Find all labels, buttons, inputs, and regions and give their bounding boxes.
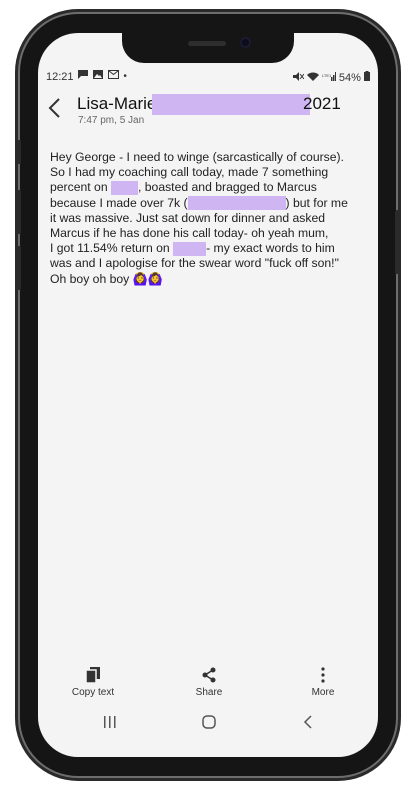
battery-text: 54% xyxy=(338,72,361,84)
battery-icon xyxy=(364,71,370,81)
back-nav-icon xyxy=(303,715,312,729)
home-button[interactable] xyxy=(202,715,216,734)
notch xyxy=(122,33,294,63)
share-button[interactable]: Share xyxy=(169,666,249,698)
message-header: Lisa-Marie 2021 7:47 pm, 5 Jan xyxy=(38,93,378,143)
message-line: So I had my coaching call today, made 7 … xyxy=(50,165,329,180)
volume-button xyxy=(17,246,21,290)
speaker xyxy=(188,41,226,46)
message-line: Marcus if he has done his call today- oh… xyxy=(50,226,329,241)
back-nav-button[interactable] xyxy=(303,715,313,734)
image-icon xyxy=(92,70,103,79)
camera xyxy=(240,37,251,48)
share-label: Share xyxy=(195,687,223,698)
dot-icon: • xyxy=(123,71,129,82)
copy-text-label: Copy text xyxy=(71,687,115,698)
copy-icon xyxy=(86,667,100,683)
bottom-toolbar: Copy text Share More xyxy=(38,666,378,706)
volume-button xyxy=(17,190,21,234)
redaction-block xyxy=(173,242,207,256)
contact-title: Lisa-Marie xyxy=(77,94,311,116)
message-line: it was massive. Just sat down for dinner… xyxy=(50,210,326,225)
message-body[interactable]: Hey George - I need to winge (sarcastica… xyxy=(50,150,368,287)
redaction-block xyxy=(152,94,311,116)
screen: 12:21 • LTE1 54% Lisa-Marie 2021 7:47 pm… xyxy=(38,33,378,757)
message-timestamp: 7:47 pm, 5 Jan xyxy=(78,115,145,126)
message-line: I got 11.54% return on - my exact words … xyxy=(50,241,335,256)
recents-icon xyxy=(104,716,116,728)
volume-button xyxy=(17,140,21,164)
back-arrow-icon xyxy=(48,98,60,118)
contact-name: Lisa-Marie xyxy=(77,94,157,113)
message-line: because I made over 7k () but for me xyxy=(50,195,348,211)
recents-button[interactable] xyxy=(103,715,117,734)
svg-text:LTE1: LTE1 xyxy=(322,73,332,78)
more-label: More xyxy=(311,687,335,698)
notification-icons: • xyxy=(78,70,129,82)
chat-icon xyxy=(78,70,88,79)
redaction-block xyxy=(110,181,138,196)
signal-icon: LTE1 xyxy=(322,72,336,81)
message-line: percent on , boasted and bragged to Marc… xyxy=(50,180,317,196)
message-line: Hey George - I need to winge (sarcastica… xyxy=(50,150,344,164)
home-icon xyxy=(202,715,216,729)
more-vertical-icon xyxy=(321,667,325,683)
gmail-icon xyxy=(107,70,119,79)
redaction-block xyxy=(187,196,286,211)
message-line: Oh boy oh boy 🙆‍♀️🙆‍♀️ xyxy=(50,271,164,286)
copy-text-button[interactable]: Copy text xyxy=(53,666,133,698)
status-time: 12:21 xyxy=(46,71,74,83)
mute-icon xyxy=(292,72,305,81)
more-button[interactable]: More xyxy=(283,666,363,698)
status-bar: 12:21 • LTE1 54% xyxy=(38,69,378,87)
title-year: 2021 xyxy=(303,94,341,113)
back-button[interactable] xyxy=(48,97,62,123)
power-button xyxy=(395,210,399,274)
share-icon xyxy=(202,667,216,683)
message-line: was and I apologise for the swear word "… xyxy=(50,256,339,271)
status-right: LTE1 54% xyxy=(292,71,370,84)
navigation-bar xyxy=(38,713,378,741)
wifi-icon xyxy=(306,72,319,81)
